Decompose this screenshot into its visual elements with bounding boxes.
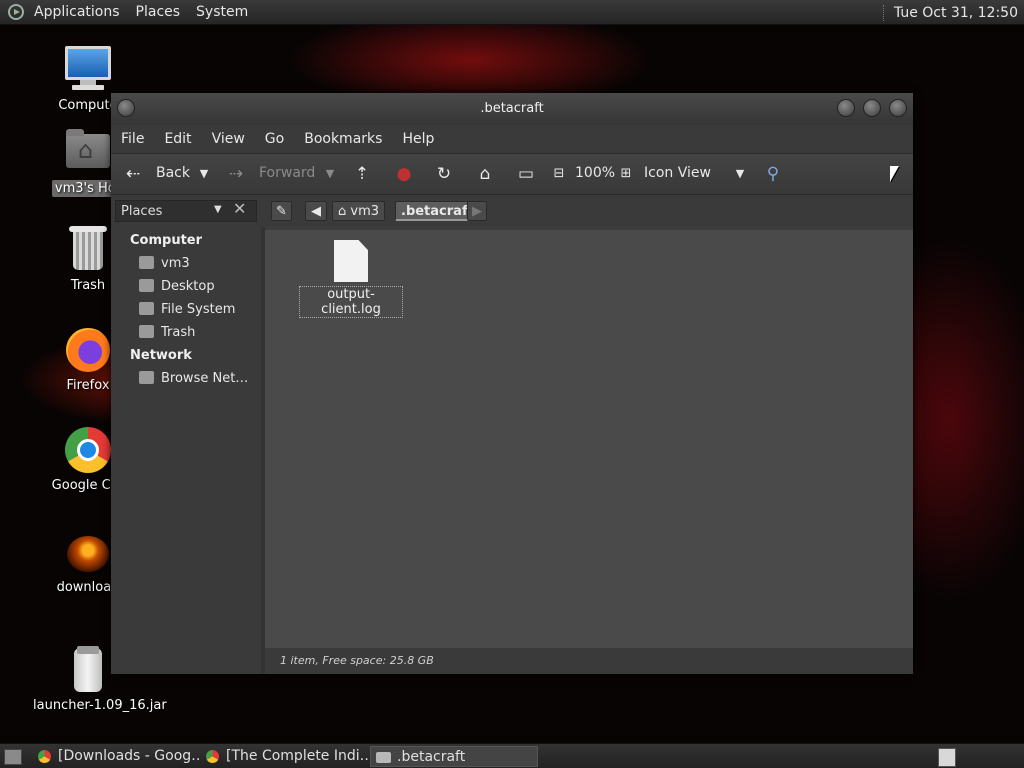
sidebar-item-desktop[interactable]: Desktop bbox=[139, 279, 215, 294]
zoom-in-icon[interactable]: ⊞ bbox=[616, 164, 636, 184]
sidebar-item-label: File System bbox=[161, 302, 236, 317]
menu-file[interactable]: File bbox=[111, 131, 154, 147]
sidebar-item-label: Browse Net… bbox=[161, 371, 249, 386]
panel-separator bbox=[882, 4, 886, 21]
firefox-icon bbox=[64, 326, 112, 374]
chrome-icon bbox=[64, 426, 112, 474]
workspace-switcher[interactable] bbox=[938, 748, 956, 767]
trash-icon bbox=[139, 325, 154, 338]
bottom-panel: [Downloads - Goog… [The Complete Indi… .… bbox=[0, 743, 1024, 768]
task-label: [The Complete Indi… bbox=[226, 748, 368, 764]
zoom-level: 100% bbox=[575, 165, 616, 181]
file-item[interactable]: output-client.log bbox=[299, 240, 403, 318]
menu-help[interactable]: Help bbox=[392, 131, 444, 147]
sidebar-item-browse-network[interactable]: Browse Net… bbox=[139, 371, 248, 386]
sidebar-item-vm3[interactable]: vm3 bbox=[139, 256, 190, 271]
minimize-button[interactable] bbox=[837, 99, 855, 117]
breadcrumb-right-arrow-icon: ▶ bbox=[467, 201, 487, 221]
applications-menu[interactable]: Applications bbox=[26, 4, 128, 20]
chrome-icon bbox=[206, 750, 219, 763]
top-panel: Applications Places System Tue Oct 31, 1… bbox=[0, 0, 1024, 25]
task-label: [Downloads - Goog… bbox=[58, 748, 200, 764]
task-label: .betacraft bbox=[397, 749, 466, 765]
sidebar-item-file-system[interactable]: File System bbox=[139, 302, 235, 317]
menu-bookmarks[interactable]: Bookmarks bbox=[294, 131, 392, 147]
reload-icon[interactable]: ↻ bbox=[434, 164, 454, 184]
zoom-out-icon[interactable]: ⊟ bbox=[549, 164, 569, 184]
chevron-down-icon: ▼ bbox=[214, 204, 222, 215]
forward-history-dropdown-icon: ▼ bbox=[325, 167, 335, 180]
places-sidebar: Computer vm3 Desktop File System Trash N… bbox=[111, 227, 265, 674]
desktop-icon-label: launcher-1.09_16.jar bbox=[33, 698, 167, 713]
close-sidebar-icon[interactable]: ✕ bbox=[233, 199, 246, 218]
menu-edit[interactable]: Edit bbox=[154, 131, 201, 147]
menubar: File Edit View Go Bookmarks Help bbox=[111, 125, 913, 153]
window-title: .betacraft bbox=[480, 101, 544, 116]
show-desktop-icon[interactable] bbox=[4, 749, 22, 765]
stop-icon[interactable]: ● bbox=[394, 164, 414, 184]
home-folder-icon bbox=[139, 256, 154, 269]
forward-button: Forward bbox=[259, 165, 316, 181]
task-betacraft-folder[interactable]: .betacraft bbox=[370, 746, 538, 767]
breadcrumb-label: vm3 bbox=[350, 204, 380, 219]
menu-view[interactable]: View bbox=[202, 131, 255, 147]
sidebar-item-label: vm3 bbox=[161, 256, 190, 271]
view-mode-dropdown-icon[interactable]: ▼ bbox=[730, 164, 750, 184]
file-name: output-client.log bbox=[299, 286, 403, 318]
search-icon[interactable]: ⚲ bbox=[763, 164, 783, 184]
sidebar-item-trash[interactable]: Trash bbox=[139, 325, 195, 340]
home-folder-icon: ⌂ bbox=[338, 204, 351, 219]
window-titlebar[interactable]: .betacraft bbox=[111, 93, 913, 125]
maximize-button[interactable] bbox=[863, 99, 881, 117]
text-file-icon bbox=[334, 240, 368, 282]
system-menu[interactable]: System bbox=[188, 4, 256, 20]
back-button[interactable]: Back bbox=[156, 165, 190, 181]
network-icon bbox=[139, 371, 154, 384]
back-arrow-icon[interactable]: ⇠ bbox=[123, 164, 143, 184]
computer-icon bbox=[64, 46, 112, 94]
location-bar: Places ▼ ✕ ✎ ◀ ⌂ vm3 .betacraft ▶ bbox=[111, 195, 913, 227]
toolbar: ⇠ Back ▼ ⇢ Forward ▼ ⇡ ● ↻ ⌂ ▭ ⊟ 100% ⊞ … bbox=[111, 153, 913, 195]
drive-icon bbox=[139, 302, 154, 315]
folder-icon bbox=[376, 752, 391, 763]
close-button[interactable] bbox=[889, 99, 907, 117]
computer-icon[interactable]: ▭ bbox=[516, 164, 536, 184]
applications-logo-icon[interactable] bbox=[8, 4, 24, 20]
view-mode-select[interactable]: Icon View bbox=[644, 165, 711, 181]
breadcrumb-left-arrow-icon[interactable]: ◀ bbox=[305, 201, 327, 221]
sidebar-item-label: Desktop bbox=[161, 279, 215, 294]
menu-go[interactable]: Go bbox=[255, 131, 294, 147]
chrome-icon bbox=[38, 750, 51, 763]
clock-text: Tue Oct 31, 12:50 bbox=[893, 4, 1018, 21]
status-bar: 1 item, Free space: 25.8 GB bbox=[265, 648, 913, 674]
task-complete-indi-chrome[interactable]: [The Complete Indi… bbox=[200, 746, 368, 767]
places-menu[interactable]: Places bbox=[128, 4, 189, 20]
back-history-dropdown-icon[interactable]: ▼ bbox=[194, 164, 214, 184]
jar-icon bbox=[64, 646, 112, 694]
edit-location-icon[interactable]: ✎ bbox=[271, 201, 292, 221]
clock[interactable]: Tue Oct 31, 12:50 bbox=[877, 0, 1024, 25]
pumpkin-icon bbox=[64, 528, 112, 576]
task-downloads-chrome[interactable]: [Downloads - Goog… bbox=[32, 746, 200, 767]
home-folder-icon bbox=[64, 128, 112, 176]
desktop-folder-icon bbox=[139, 279, 154, 292]
sidebar-pane-label: Places bbox=[121, 204, 163, 219]
sidebar-item-label: Trash bbox=[161, 325, 196, 340]
sidebar-heading-computer: Computer bbox=[130, 233, 203, 248]
forward-arrow-icon: ⇢ bbox=[228, 164, 244, 184]
file-view[interactable]: output-client.log bbox=[265, 230, 913, 648]
trash-icon bbox=[64, 226, 112, 274]
mouse-cursor-icon bbox=[890, 166, 899, 182]
home-icon[interactable]: ⌂ bbox=[475, 164, 495, 184]
file-manager-window: .betacraft File Edit View Go Bookmarks H… bbox=[111, 93, 913, 674]
breadcrumb-vm3[interactable]: ⌂ vm3 bbox=[332, 201, 386, 221]
sidebar-heading-network: Network bbox=[130, 348, 192, 363]
up-arrow-icon[interactable]: ⇡ bbox=[352, 164, 372, 184]
